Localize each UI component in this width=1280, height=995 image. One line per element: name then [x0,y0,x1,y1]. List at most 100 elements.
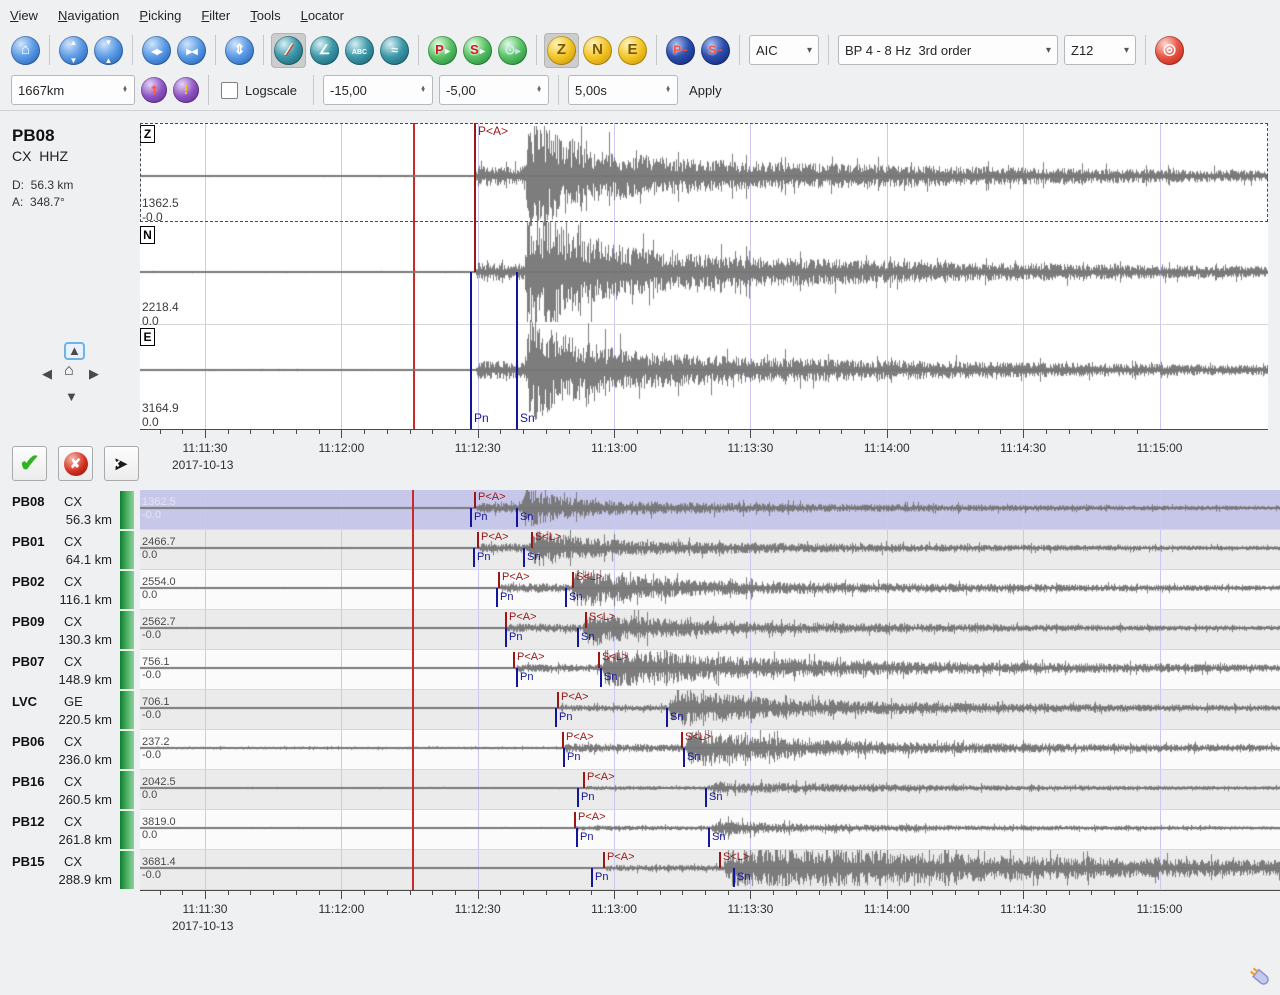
window-length-spin[interactable]: 5,00s▲▼ [568,75,678,105]
menu-view[interactable]: View [10,4,49,27]
picker-tool-button[interactable]: ↗ [141,77,167,103]
menu-navigation[interactable]: Navigation [58,4,130,27]
quality-bar [120,611,134,649]
polarity-angle-button[interactable]: ∠ [310,36,339,65]
quality-bar [120,771,134,809]
waveform-strip[interactable]: 756.1-0.0P<A>S<L>PnSn [140,650,1280,690]
pick-line-sn [523,548,525,567]
component-label-n: N [140,226,155,244]
time-tick-label: 11:12:00 [303,902,379,916]
distance-range-spin[interactable]: 1667km▲▼ [11,75,135,105]
trace-row-pb01[interactable]: PB01CX64.1 km2466.70.0P<A>S<L>PnSn [0,530,1280,570]
defer-button[interactable]: ►✘ [104,446,139,481]
waveform-canvas-lvc[interactable] [140,690,1280,730]
relocate-button[interactable]: ◎ [1155,36,1184,65]
waveform-canvas-pb02[interactable] [140,570,1280,610]
menu-filter[interactable]: Filter [201,4,241,27]
trace-row-pb16[interactable]: PB16CX260.5 km2042.50.0P<A>PnSn [0,770,1280,810]
major-tick [478,430,479,438]
trace-row-pb07[interactable]: PB07CX148.9 km756.1-0.0P<A>S<L>PnSn [0,650,1280,690]
trace-row-pb09[interactable]: PB09CX130.3 km2562.7-0.0P<A>S<L>PnSn [0,610,1280,650]
waveform-strip[interactable]: 2466.70.0P<A>S<L>PnSn [140,530,1280,570]
apply-button[interactable]: Apply [689,83,722,98]
minor-tick [273,430,274,434]
component-e-button[interactable]: E [618,36,647,65]
menu-locator[interactable]: Locator [301,4,355,27]
waveform-canvas-pb07[interactable] [140,650,1280,690]
repick-button[interactable]: ⊙▸ [498,36,527,65]
waveform-strip[interactable]: 237.2-0.0P<A>S<L>PnSn [140,730,1280,770]
reject-button[interactable]: ✘ [58,446,93,481]
predicted-p-button[interactable]: P~ [666,36,695,65]
minor-tick [410,891,411,895]
amplitude-zoom-in-button[interactable]: ▲▼ [59,36,88,65]
measure-ruler-button[interactable]: ∕ [274,36,303,65]
show-labels-button[interactable]: ABC [345,36,374,65]
spinner-arrows-icon[interactable]: ▲▼ [536,87,542,94]
nav-down-button[interactable]: ▼ [65,390,78,403]
waveform-strip[interactable]: 3819.00.0P<A>PnSn [140,810,1280,850]
pick-line-pn[interactable] [470,272,472,429]
filter-combo[interactable]: BP 4 - 8 Hz 3rd order▾ [838,35,1058,65]
pick-s-button[interactable]: S▸ [463,36,492,65]
trace-row-pb12[interactable]: PB12CX261.8 km3819.00.0P<A>PnSn [0,810,1280,850]
nav-left-button[interactable]: ◀ [42,367,52,380]
waveform-strip[interactable]: 1362.5-0.0P<A>PnSn [140,490,1280,530]
pick-line-s [681,732,683,748]
time-tick-label: 11:11:30 [167,441,243,455]
spinner-arrows-icon[interactable]: ▲▼ [665,87,671,94]
menu-tools[interactable]: Tools [250,4,291,27]
pre-time-spin[interactable]: -15,00▲▼ [323,75,433,105]
minor-tick [432,891,433,895]
post-time-spin[interactable]: -5,00▲▼ [439,75,549,105]
amplitude-zoom-out-button[interactable]: ▼▲ [94,36,123,65]
rotation-combo[interactable]: Z12▾ [1064,35,1136,65]
spinner-arrows-icon[interactable]: ▲▼ [122,87,128,94]
waveform-settings-button[interactable]: ≈ [380,36,409,65]
logscale-checkbox[interactable] [221,82,238,99]
waveform-strip[interactable]: 2562.7-0.0P<A>S<L>PnSn [140,610,1280,650]
trace-row-pb02[interactable]: PB02CX116.1 km2554.00.0P<A>S<L>PnSn [0,570,1280,610]
time-zoom-in-button[interactable]: ◀▶ [142,36,171,65]
trace-row-pb06[interactable]: PB06CX236.0 km237.2-0.0P<A>S<L>PnSn [0,730,1280,770]
waveform-strip[interactable]: 706.1-0.0P<A>PnSn [140,690,1280,730]
alert-tool-button[interactable]: ! [173,77,199,103]
waveform-canvas-pb01[interactable] [140,530,1280,570]
pick-line-sn [666,708,668,727]
trace-row-pb15[interactable]: PB15CX288.9 km3681.4-0.0P<A>S<L>PnSn [0,850,1280,890]
nav-up-button[interactable]: ▲ [64,342,85,360]
pick-label-sn: Sn [604,671,617,683]
waveform-canvas-pb09[interactable] [140,610,1280,650]
menu-picking[interactable]: Picking [139,4,192,27]
component-z-button[interactable]: Z [547,36,576,65]
spinner-arrows-icon[interactable]: ▲▼ [420,87,426,94]
waveform-strip[interactable]: 2554.00.0P<A>S<L>PnSn [140,570,1280,610]
nav-right-button[interactable]: ▶ [89,367,99,380]
waveform-strip[interactable]: 3681.4-0.0P<A>S<L>PnSn [140,850,1280,890]
waveform-canvas-pb15[interactable] [140,850,1280,890]
pick-line-p[interactable] [474,123,476,272]
waveform-canvas-pb16[interactable] [140,770,1280,810]
nav-home-button[interactable]: ⌂ [64,363,74,379]
normalize-amplitude-button[interactable]: ⇕ [225,36,254,65]
waveform-strip[interactable]: 2042.50.0P<A>PnSn [140,770,1280,810]
pick-line-s [719,852,721,868]
zoom-trace-panel[interactable]: Z1362.5-0.0N2218.40.0E3164.90.0P<A>PnSn [140,123,1268,429]
station-distance: 288.9 km [20,872,112,887]
accept-button[interactable]: ✔ [12,446,47,481]
minor-tick [387,430,388,434]
time-zoom-out-button[interactable]: ▶◀ [177,36,206,65]
predicted-s-button[interactable]: S~ [701,36,730,65]
trace-row-pb08[interactable]: PB08CX56.3 km1362.5-0.0P<A>PnSn [0,490,1280,530]
trace-row-lvc[interactable]: LVCGE220.5 km706.1-0.0P<A>PnSn [0,690,1280,730]
waveform-canvas-pb08[interactable] [140,490,1280,530]
major-tick [1023,891,1024,899]
row-separator [140,889,1280,890]
pick-p-button[interactable]: P▸ [428,36,457,65]
component-n-button[interactable]: N [583,36,612,65]
onset-combo[interactable]: AIC▾ [749,35,819,65]
pick-line-sn[interactable] [516,272,518,429]
reset-view-button[interactable]: ⌂ [11,36,40,65]
waveform-canvas-pb12[interactable] [140,810,1280,850]
major-tick [614,430,615,438]
